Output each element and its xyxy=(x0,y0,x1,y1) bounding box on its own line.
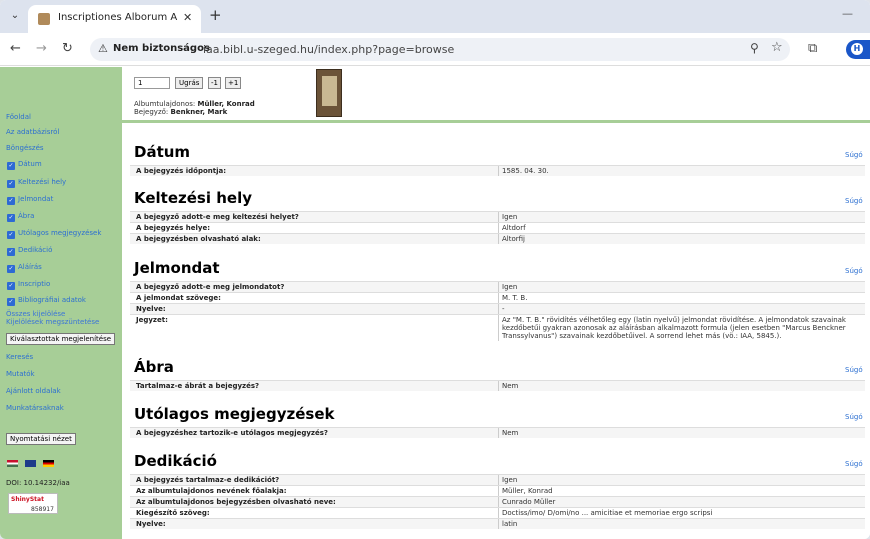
sidebar-select-all[interactable]: Összes kijelölése xyxy=(6,310,65,318)
album-thumbnail[interactable] xyxy=(316,69,342,117)
hungarian-flag-icon[interactable] xyxy=(7,460,18,467)
section-title: Utólagos megjegyzések xyxy=(134,405,335,423)
security-label[interactable]: Nem biztonságos xyxy=(113,43,210,54)
section-title: Keltezési hely xyxy=(134,189,252,207)
table-row: Az albumtulajdonos bejegyzésben olvashat… xyxy=(130,496,865,507)
checkbox-checked-icon[interactable]: ✓ xyxy=(7,180,15,188)
sidebar-link-contributors[interactable]: Munkatársaknak xyxy=(6,404,64,412)
sidebar-check-bibliografiai[interactable]: ✓ Bibliográfiai adatok xyxy=(7,296,86,306)
checkbox-checked-icon[interactable]: ✓ xyxy=(7,214,15,222)
table-row: A bejegyzés tartalmaz-e dedikációt? Igen xyxy=(130,474,865,485)
previous-button[interactable]: -1 xyxy=(208,77,221,89)
table-row: Tartalmaz-e ábrát a bejegyzés? Nem xyxy=(130,380,865,391)
section-title: Ábra xyxy=(134,358,174,376)
sidebar-check-datum[interactable]: ✓ Dátum xyxy=(7,160,42,170)
english-flag-icon[interactable] xyxy=(25,460,36,467)
sidebar: Főoldal Az adatbázisról Böngészés ✓ Dátum… xyxy=(0,67,122,539)
tab-title: Inscriptiones Alborum Amicorum xyxy=(58,12,178,23)
sidebar-link-recommended[interactable]: Ajánlott oldalak xyxy=(6,387,61,395)
german-flag-icon[interactable] xyxy=(43,460,54,467)
help-link[interactable]: Súgó xyxy=(845,267,863,275)
bookmark-star-icon[interactable]: ☆ xyxy=(771,40,783,55)
sidebar-link-browse[interactable]: Böngészés xyxy=(6,144,44,152)
close-icon[interactable]: ✕ xyxy=(183,11,192,24)
checkbox-checked-icon[interactable]: ✓ xyxy=(7,197,15,205)
section-title: Dátum xyxy=(134,143,191,161)
extensions-icon[interactable]: ⧉ xyxy=(808,41,817,56)
sidebar-link-about[interactable]: Az adatbázisról xyxy=(6,128,59,136)
minimize-icon[interactable]: — xyxy=(842,7,853,20)
go-button[interactable]: Ugrás xyxy=(175,77,204,89)
shinystat-counter[interactable]: ShinyStat 858917 xyxy=(8,493,58,514)
visit-count: 858917 xyxy=(31,506,54,513)
sidebar-check-alairas[interactable]: ✓ Aláírás xyxy=(7,263,42,273)
table-row: A bejegyzés időpontja: 1585. 04. 30. xyxy=(130,165,865,176)
album-owner: Albumtulajdonos: Müller, Konrad xyxy=(134,100,255,108)
section-title: Jelmondat xyxy=(134,259,220,277)
table-row: A bejegyző adott-e meg jelmondatot? Igen xyxy=(130,281,865,292)
table-row: A bejegyzés helye: Altdorf xyxy=(130,222,865,233)
help-link[interactable]: Súgó xyxy=(845,460,863,468)
browser-window: ⌄ Inscriptiones Alborum Amicorum ✕ + — ←… xyxy=(0,0,870,539)
table-row: A bejegyzéshez tartozik-e utólagos megje… xyxy=(130,427,865,438)
section-title: Dedikáció xyxy=(134,452,217,470)
entry-writer: Bejegyző: Benkner, Mark xyxy=(134,108,228,116)
help-link[interactable]: Súgó xyxy=(845,151,863,159)
profile-button[interactable]: H xyxy=(846,40,870,59)
checkbox-checked-icon[interactable]: ✓ xyxy=(7,282,15,290)
doi-text: DOI: 10.14232/iaa xyxy=(6,479,70,487)
table-row: Jegyzet: Az "M. T. B." rövidítés vélhetől… xyxy=(130,314,865,341)
sidebar-check-inscriptio[interactable]: ✓ Inscriptio xyxy=(7,280,50,290)
sidebar-check-abra[interactable]: ✓ Ábra xyxy=(7,212,34,222)
help-link[interactable]: Súgó xyxy=(845,413,863,421)
favicon-icon xyxy=(38,13,50,25)
sidebar-link-home[interactable]: Főoldal xyxy=(6,113,31,121)
warning-icon[interactable]: ⚠ xyxy=(98,42,108,55)
record-header: 1 Ugrás -1 +1 Albumtulajdonos: Müller, K… xyxy=(122,67,870,123)
navigation-bar: ← → ↻ ⚠ Nem biztonságos iaa.bibl.u-szege… xyxy=(0,33,870,66)
table-row: A bejegyzésben olvasható alak: Altorfij xyxy=(130,233,865,244)
sidebar-deselect-all[interactable]: Kijelölések megszüntetése xyxy=(6,318,99,326)
table-row: A jelmondat szövege: M. T. B. xyxy=(130,292,865,303)
forward-icon[interactable]: → xyxy=(36,41,47,56)
table-row: Nyelve: - xyxy=(130,303,865,314)
table-row: Az albumtulajdonos nevének főalakja: Müll… xyxy=(130,485,865,496)
table-row: Nyelve: latin xyxy=(130,518,865,529)
sidebar-link-indexes[interactable]: Mutatók xyxy=(6,370,35,378)
table-row: Kiegészítő szöveg: Doctiss/imo/ D/omi/no … xyxy=(130,507,865,518)
help-link[interactable]: Súgó xyxy=(845,366,863,374)
address-bar[interactable]: ⚠ Nem biztonságos iaa.bibl.u-szeged.hu/i… xyxy=(90,38,790,61)
checkbox-checked-icon[interactable]: ✓ xyxy=(7,162,15,170)
web-page: Főoldal Az adatbázisról Böngészés ✓ Dátum… xyxy=(0,67,870,539)
checkbox-checked-icon[interactable]: ✓ xyxy=(7,265,15,273)
next-button[interactable]: +1 xyxy=(225,77,242,89)
sidebar-check-dedikacio[interactable]: ✓ Dedikáció xyxy=(7,246,52,256)
zoom-icon[interactable]: ⚲ xyxy=(750,41,759,55)
sidebar-link-search[interactable]: Keresés xyxy=(6,353,33,361)
table-row: A bejegyző adott-e meg keltezési helyet?… xyxy=(130,211,865,222)
checkbox-checked-icon[interactable]: ✓ xyxy=(7,248,15,256)
back-icon[interactable]: ← xyxy=(10,41,21,56)
sidebar-check-utolagos[interactable]: ✓ Utólagos megjegyzések xyxy=(7,229,101,239)
checkbox-checked-icon[interactable]: ✓ xyxy=(7,298,15,306)
checkbox-checked-icon[interactable]: ✓ xyxy=(7,231,15,239)
show-selected-button[interactable]: Kiválasztottak megjelenítése xyxy=(6,333,116,345)
thumbnail-page xyxy=(322,76,337,106)
tab-search-icon[interactable]: ⌄ xyxy=(8,9,22,23)
page-select[interactable]: 1 xyxy=(134,77,170,89)
reload-icon[interactable]: ↻ xyxy=(62,41,73,56)
help-link[interactable]: Súgó xyxy=(845,197,863,205)
new-tab-button[interactable]: + xyxy=(209,6,222,24)
sidebar-check-keltezesi-hely[interactable]: ✓ Keltezési hely xyxy=(7,178,66,188)
url-text[interactable]: iaa.bibl.u-szeged.hu/index.php?page=brow… xyxy=(203,43,454,56)
sidebar-check-jelmondat[interactable]: ✓ Jelmondat xyxy=(7,195,53,205)
active-tab[interactable]: Inscriptiones Alborum Amicorum ✕ xyxy=(28,5,201,33)
tab-bar: ⌄ Inscriptiones Alborum Amicorum ✕ + — xyxy=(0,0,870,33)
shinystat-logo: ShinyStat xyxy=(11,496,44,503)
print-view-button[interactable]: Nyomtatási nézet xyxy=(6,433,76,445)
profile-avatar: H xyxy=(851,43,863,55)
